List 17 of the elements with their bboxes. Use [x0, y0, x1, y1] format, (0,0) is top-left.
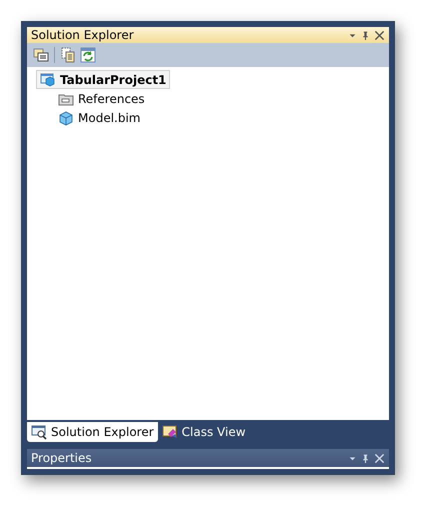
class-view-icon — [162, 424, 178, 440]
close-icon[interactable] — [374, 30, 385, 40]
files-icon[interactable] — [60, 47, 76, 63]
panel-title: Properties — [31, 451, 93, 465]
tree-item[interactable]: References — [54, 89, 149, 108]
properties-icon[interactable] — [33, 47, 49, 63]
tree-item[interactable]: TabularProject1 — [36, 70, 170, 89]
tree-item[interactable]: Model.bim — [54, 108, 144, 127]
cube-icon — [58, 110, 74, 126]
panel-title: Solution Explorer — [31, 28, 135, 42]
pin-icon[interactable] — [361, 30, 370, 40]
project-icon — [40, 72, 56, 88]
tab[interactable]: Class View — [158, 422, 250, 442]
pin-icon[interactable] — [361, 452, 370, 464]
refresh-icon[interactable] — [80, 47, 96, 63]
search-folder-icon — [31, 424, 47, 440]
tab[interactable]: Solution Explorer — [27, 422, 158, 442]
